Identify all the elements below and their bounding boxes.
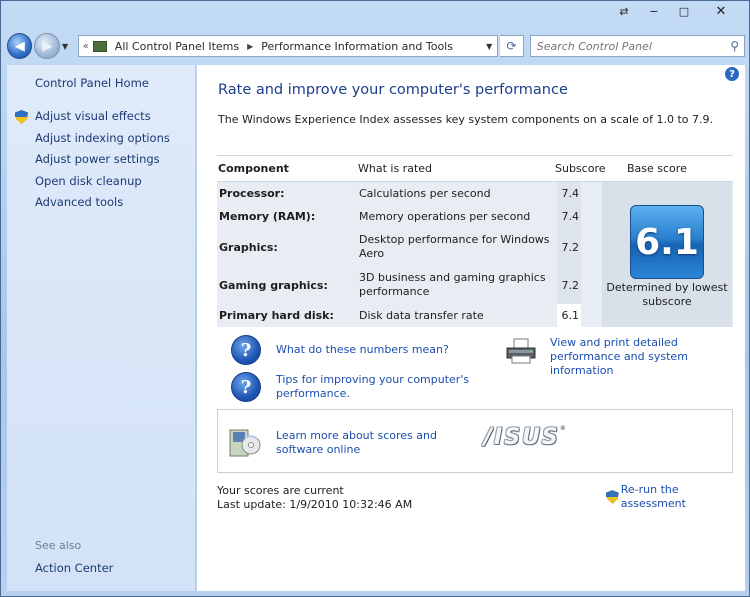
score-table: Component What is rated Subscore Base sc… [217,155,733,327]
task-open-disk-cleanup[interactable]: Open disk cleanup [35,174,170,196]
help-icon: ? [729,68,735,80]
table-body: Processor: Calculations per second 7.4 M… [217,182,733,327]
numbers-meaning-link[interactable]: What do these numbers mean? [276,343,456,357]
close-button[interactable]: ✕ [699,1,743,21]
component-name: Primary hard disk: [219,309,334,322]
header-what-is-rated: What is rated [358,162,433,175]
window-frame: ⇄ − □ ✕ ◀ ▶ ▼ « All Control Panel Items … [0,0,750,597]
header-base-score: Base score [627,162,687,175]
forward-arrow-icon: ▶ [42,38,53,54]
tips-link[interactable]: Tips for improving your computer's perfo… [276,373,476,401]
left-pane: Control Panel Home Adjust visual effects… [7,65,196,591]
asus-logo: /ISUS® [484,425,568,450]
uac-shield-icon [15,110,28,124]
navigation-bar: ◀ ▶ ▼ « All Control Panel Items ▶ Perfor… [7,29,745,63]
learn-more-box: Learn more about scores and software onl… [217,409,733,473]
numbers-meaning-row: ? What do these numbers mean? [231,335,456,365]
header-component: Component [218,162,289,175]
subscore-value: 7.4 [557,205,581,228]
breadcrumb-performance[interactable]: Performance Information and Tools [261,40,453,53]
see-also-heading: See also [35,539,82,552]
action-center-link[interactable]: Action Center [35,561,113,575]
main-pane: ? Rate and improve your computer's perfo… [197,65,745,591]
restore-icon[interactable]: ⇄ [609,1,639,21]
back-arrow-icon: ◀ [14,38,25,54]
task-adjust-power-settings[interactable]: Adjust power settings [35,152,170,174]
component-name: Graphics: [219,240,278,254]
maximize-button[interactable]: □ [669,1,699,21]
minimize-button[interactable]: − [639,1,669,21]
header-subscore: Subscore [555,162,606,175]
question-icon[interactable]: ? [231,335,261,365]
asus-logo-text: /ISUS [484,425,560,450]
tips-row: ? Tips for improving your computer's per… [231,372,476,402]
uac-shield-icon [606,490,619,504]
rated-description: Disk data transfer rate [359,308,484,322]
component-name: Gaming graphics: [219,278,328,292]
table-header: Component What is rated Subscore Base sc… [217,155,733,182]
rated-description: Calculations per second [359,186,491,200]
last-update-text: Last update: 1/9/2010 10:32:46 AM [217,498,413,511]
intro-text: The Windows Experience Index assesses ke… [218,113,713,126]
subscore-value: 7.2 [557,228,581,266]
task-adjust-indexing-options[interactable]: Adjust indexing options [35,131,170,153]
breadcrumb-separator-icon[interactable]: ▶ [247,42,253,51]
base-score-caption: Determined by lowest subscore [606,281,728,308]
search-input[interactable] [536,39,717,53]
rerun-row: Re-run the assessment [606,483,745,511]
rated-description: Memory operations per second [359,209,531,223]
address-dropdown-icon[interactable]: ▼ [481,42,497,51]
subscore-value: 7.2 [557,266,581,304]
component-name: Memory (RAM): [219,210,316,223]
page-title: Rate and improve your computer's perform… [218,82,568,98]
refresh-icon: ⟳ [506,39,517,53]
overflow-chevron-icon[interactable]: « [83,41,89,52]
rerun-assessment-link[interactable]: Re-run the assessment [621,483,745,511]
printer-icon[interactable] [505,338,537,364]
search-box[interactable]: ⚲ [529,35,745,57]
recent-pages-dropdown[interactable]: ▼ [62,42,74,51]
subscore-value: 7.4 [557,182,581,205]
base-score-tile: 6.1 [630,205,704,279]
breadcrumb-all-items[interactable]: All Control Panel Items [115,40,239,53]
back-button[interactable]: ◀ [7,33,33,59]
base-score-panel: 6.1 Determined by lowest subscore [602,182,732,327]
score-status: Your scores are current Last update: 1/9… [217,484,412,512]
help-button[interactable]: ? [725,67,739,81]
subscore-value: 6.1 [557,304,581,327]
rated-description: 3D business and gaming graphics performa… [359,271,546,298]
control-panel-icon [92,40,107,52]
task-list: Adjust visual effects Adjust indexing op… [35,109,170,217]
task-adjust-visual-effects[interactable]: Adjust visual effects [35,109,170,131]
refresh-button[interactable]: ⟳ [500,35,524,57]
control-panel-home-link[interactable]: Control Panel Home [35,76,149,90]
software-box-icon[interactable] [227,426,261,458]
forward-button[interactable]: ▶ [34,33,60,59]
scores-current-text: Your scores are current [217,484,344,497]
learn-more-link[interactable]: Learn more about scores and software onl… [276,429,476,457]
question-icon[interactable]: ? [231,372,261,402]
component-name: Processor: [219,187,285,200]
search-icon[interactable]: ⚲ [730,39,739,53]
print-details-link[interactable]: View and print detailed performance and … [550,336,740,378]
rated-description: Desktop performance for Windows Aero [359,233,550,260]
caption-buttons: ⇄ − □ ✕ [609,1,743,21]
address-bar[interactable]: « All Control Panel Items ▶ Performance … [77,35,499,57]
task-advanced-tools[interactable]: Advanced tools [35,195,170,217]
